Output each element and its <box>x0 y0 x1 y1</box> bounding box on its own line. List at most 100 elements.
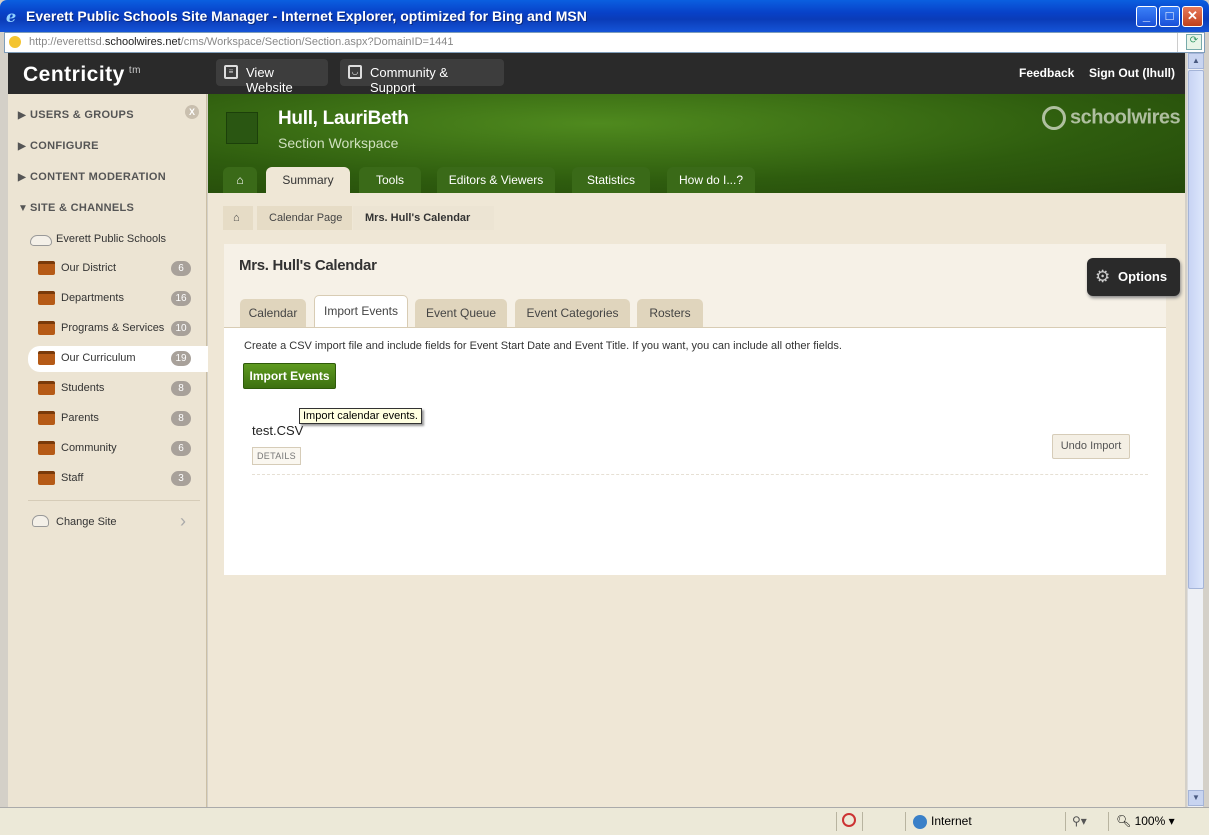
community-support-button[interactable]: ◡ Community & Support <box>340 59 504 95</box>
tab-calendar[interactable]: Calendar <box>240 299 306 327</box>
calendar-panel: Mrs. Hull's Calendar Calendar Import Eve… <box>224 244 1166 575</box>
briefcase-icon <box>38 411 55 425</box>
home-icon: ⌂ <box>236 173 244 187</box>
vertical-scrollbar[interactable]: ▲ ▼ <box>1187 53 1204 807</box>
channel-count-badge: 19 <box>171 351 191 366</box>
chevron-right-icon: › <box>180 511 186 531</box>
tab-event-queue[interactable]: Event Queue <box>415 299 507 327</box>
import-tooltip: Import calendar events. <box>299 408 422 424</box>
workspace-header: Hull, LauriBeth Section Workspace school… <box>208 94 1185 193</box>
close-window-button[interactable]: ✕ <box>1182 6 1203 27</box>
smiley-icon: ◡ <box>348 65 362 79</box>
tab-rosters[interactable]: Rosters <box>637 299 703 327</box>
options-button[interactable]: ⚙ Options <box>1087 258 1180 296</box>
address-url[interactable]: http://everettsd.schoolwires.net/cms/Wor… <box>29 36 453 48</box>
page-icon <box>9 36 21 48</box>
sidebar-item-departments[interactable]: Departments 16 <box>28 286 219 312</box>
site-name[interactable]: Everett Public Schools <box>56 233 166 245</box>
tab-how-do-i[interactable]: How do I...? <box>667 167 755 193</box>
schoolwires-logo: schoolwires <box>1042 106 1181 130</box>
sidebar-group-users-groups[interactable]: ▶ USERS & GROUPS <box>18 109 134 121</box>
status-divider <box>1065 812 1066 831</box>
channel-count-badge: 16 <box>171 291 191 306</box>
home-tab[interactable]: ⌂ <box>223 167 257 193</box>
sidebar-group-content-moderation[interactable]: ▶ CONTENT MODERATION <box>18 171 166 183</box>
tab-import-events[interactable]: Import Events <box>314 295 408 328</box>
sidebar-item-our-district[interactable]: Our District 6 <box>28 256 219 282</box>
view-website-button[interactable]: ≡ View Website <box>216 59 328 95</box>
home-icon: ⌂ <box>233 212 240 224</box>
details-button[interactable]: DETAILS <box>252 447 301 465</box>
sidebar-group-site-channels[interactable]: ▼ SITE & CHANNELS <box>18 202 134 214</box>
maximize-button[interactable]: □ <box>1159 6 1180 27</box>
tab-summary[interactable]: Summary <box>266 167 350 193</box>
sidebar-item-staff[interactable]: Staff 3 <box>28 466 219 492</box>
breadcrumb-calendar-page[interactable]: Calendar Page <box>257 206 352 230</box>
sidebar-item-our-curriculum[interactable]: Our Curriculum 19 <box>28 346 229 372</box>
view-website-label: View Website <box>246 65 293 95</box>
undo-import-button[interactable]: Undo Import <box>1052 434 1130 459</box>
channel-count-badge: 8 <box>171 381 191 396</box>
sidebar-item-programs-services[interactable]: Programs & Services 10 <box>28 316 219 342</box>
channel-label: Community <box>61 442 117 454</box>
sidebar-item-community[interactable]: Community 6 <box>28 436 219 462</box>
zoom-level[interactable]: 🔍︎ 100% ▾ <box>1116 814 1175 828</box>
channel-count-badge: 10 <box>171 321 191 336</box>
scroll-up-arrow-icon[interactable]: ▲ <box>1188 53 1204 69</box>
sidebar-item-parents[interactable]: Parents 8 <box>28 406 219 432</box>
app-header: Centricity tm ≡ View Website ◡ Community … <box>8 53 1185 95</box>
minimize-button[interactable]: _ <box>1136 6 1157 27</box>
row-divider <box>252 474 1148 475</box>
close-sidebar-icon[interactable]: X <box>185 105 199 119</box>
tab-tools[interactable]: Tools <box>359 167 421 193</box>
compatibility-icon[interactable]: ⟳ <box>1186 34 1202 50</box>
zoom-dropdown-icon: ▾ <box>1168 814 1175 828</box>
briefcase-icon <box>38 291 55 305</box>
book-icon <box>226 112 258 144</box>
scroll-down-arrow-icon[interactable]: ▼ <box>1188 790 1204 806</box>
schoolwires-logo-icon <box>1042 106 1066 130</box>
expand-arrow-icon: ▶ <box>18 110 26 121</box>
tab-editors-viewers[interactable]: Editors & Viewers <box>437 167 555 193</box>
tab-event-categories[interactable]: Event Categories <box>515 299 630 327</box>
import-file-name: test.CSV <box>252 423 304 438</box>
zone-label: Internet <box>931 814 972 828</box>
feedback-link[interactable]: Feedback <box>1019 66 1074 80</box>
status-divider <box>905 812 906 831</box>
briefcase-icon <box>38 321 55 335</box>
address-bar[interactable]: http://everettsd.schoolwires.net/cms/Wor… <box>4 32 1205 53</box>
document-icon: ≡ <box>224 65 238 79</box>
expand-arrow-icon: ▶ <box>18 141 26 152</box>
community-support-label: Community & Support <box>370 65 449 95</box>
sidebar-group-configure[interactable]: ▶ CONFIGURE <box>18 140 99 152</box>
protected-mode-icon[interactable]: ⚲▾ <box>1072 814 1087 828</box>
import-events-pane: Create a CSV import file and include fie… <box>224 327 1166 575</box>
channel-label: Our Curriculum <box>61 352 136 364</box>
group-label: CONFIGURE <box>30 140 99 152</box>
briefcase-icon <box>38 381 55 395</box>
zoom-label: 100% <box>1134 814 1166 828</box>
status-bar: Internet ⚲▾ 🔍︎ 100% ▾ <box>0 807 1209 835</box>
import-events-button[interactable]: Import Events <box>243 363 336 389</box>
popup-blocked-icon[interactable] <box>842 813 856 827</box>
status-divider <box>862 812 863 831</box>
channel-label: Our District <box>61 262 116 274</box>
security-zone: Internet <box>913 814 972 829</box>
magnifier-icon: 🔍︎ <box>1116 814 1132 828</box>
tab-statistics[interactable]: Statistics <box>572 167 650 193</box>
change-site-button[interactable]: Change Site › <box>28 511 200 535</box>
group-label: CONTENT MODERATION <box>30 171 166 183</box>
channel-label: Programs & Services <box>61 322 165 334</box>
breadcrumb-home[interactable]: ⌂ <box>223 206 253 230</box>
status-divider <box>836 812 837 831</box>
ie-icon: e <box>6 7 17 26</box>
main-content: Hull, LauriBeth Section Workspace school… <box>208 94 1185 807</box>
sidebar: X ▶ USERS & GROUPS ▶ CONFIGURE ▶ CONTENT MO… <box>8 94 229 807</box>
sign-out-link[interactable]: Sign Out (lhull) <box>1089 66 1175 80</box>
workspace-owner-name: Hull, LauriBeth <box>278 108 409 129</box>
sidebar-item-students[interactable]: Students 8 <box>28 376 219 402</box>
scroll-thumb[interactable] <box>1188 70 1204 589</box>
breadcrumb-current-page: Mrs. Hull's Calendar <box>353 206 494 230</box>
briefcase-icon <box>38 351 55 365</box>
briefcase-icon <box>38 261 55 275</box>
